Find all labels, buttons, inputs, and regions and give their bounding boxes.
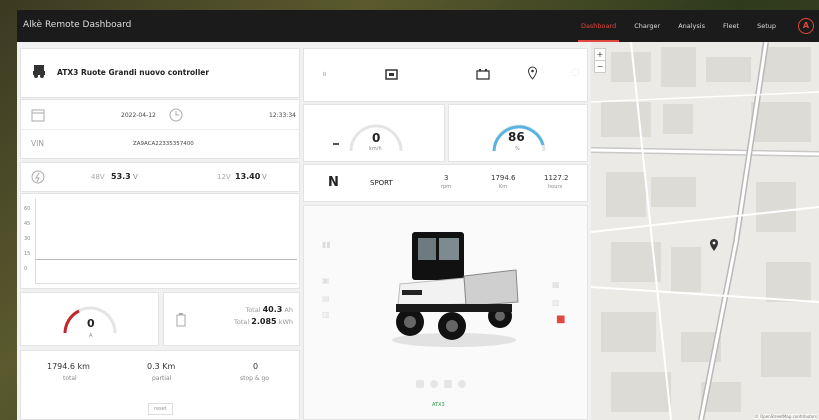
map-tiles bbox=[591, 42, 819, 420]
zoom-in-button[interactable]: + bbox=[595, 49, 605, 61]
drive-mode: SPORT bbox=[370, 179, 393, 187]
status-icon bbox=[430, 380, 438, 388]
trend-chart-panel: 60 45 30 15 0 bbox=[20, 193, 300, 289]
door-open-icon: ■ bbox=[556, 314, 566, 325]
drive-status-panel: N SPORT 3 rpm 1794.6 Km 1127.2 hours bbox=[303, 164, 588, 202]
status-icon bbox=[416, 380, 424, 388]
kwh-value: 2.085 bbox=[251, 317, 277, 326]
calendar-icon bbox=[31, 109, 45, 122]
ah-unit: Ah bbox=[284, 306, 293, 314]
zoom-out-button[interactable]: − bbox=[595, 61, 605, 72]
current-gauge-panel: 0 A bbox=[20, 292, 159, 346]
stop-go-label: stop & go bbox=[240, 375, 269, 382]
stop-go-value: 0 bbox=[253, 362, 259, 371]
chart-tick: 60 bbox=[24, 206, 31, 212]
hv-label: 48V bbox=[91, 173, 105, 181]
hv-unit: V bbox=[133, 173, 138, 181]
pause-icon: ⏸ bbox=[322, 69, 327, 80]
speed-value: 0 bbox=[372, 131, 381, 145]
ah-label: Total bbox=[245, 306, 261, 314]
brake-icon: ▤ bbox=[322, 294, 330, 303]
nav-charger[interactable]: Charger bbox=[625, 10, 669, 42]
current-unit: A bbox=[89, 333, 93, 339]
soc-value: 86 bbox=[508, 130, 525, 144]
kwh-label: Total bbox=[234, 318, 250, 326]
rpm-value: 3 bbox=[444, 174, 449, 182]
reset-button[interactable]: reset bbox=[148, 403, 173, 415]
time-value: 12:33:34 bbox=[269, 112, 296, 119]
status-icon bbox=[444, 380, 452, 388]
trip-total-label: total bbox=[63, 375, 77, 382]
top-bar: Alkè Remote Dashboard Dashboard Charger … bbox=[17, 10, 819, 42]
date-value: 2022-04-12 bbox=[121, 112, 156, 119]
speed-needle bbox=[333, 143, 339, 145]
kwh-unit: kWh bbox=[278, 318, 293, 326]
model-badge: ATX3 bbox=[432, 402, 445, 408]
vehicle-info-panel: 2022-04-12 12:33:34 VIN ZA9ACA2233535740… bbox=[20, 99, 300, 159]
vehicle-name: ATX3 Ruote Grandi nuovo controller bbox=[57, 68, 210, 77]
status-icon-row bbox=[416, 380, 478, 390]
temp-icon: ▦ bbox=[552, 280, 560, 289]
odometer-value: 1794.6 bbox=[491, 174, 516, 182]
status-icon bbox=[458, 380, 466, 388]
map-zoom-control: + − bbox=[594, 48, 606, 73]
rpm-label: rpm bbox=[441, 184, 452, 190]
trip-panel: 1794.6 km total 0.3 Km partial 0 stop & … bbox=[20, 350, 300, 420]
fan-icon: ▥ bbox=[322, 310, 330, 319]
ah-value: 40.3 bbox=[262, 305, 283, 314]
gear-icon: ▧ bbox=[552, 298, 560, 307]
warning-icon: ▮▮ bbox=[322, 240, 331, 249]
hours-label: hours bbox=[548, 184, 563, 190]
hours-value: 1127.2 bbox=[544, 174, 569, 182]
chart-tick: 30 bbox=[24, 236, 31, 242]
light-icon: ▣ bbox=[322, 276, 330, 285]
soc-panel: 86 % bbox=[448, 104, 588, 162]
vehicle-location-pin-icon[interactable] bbox=[709, 238, 719, 252]
current-value: 0 bbox=[87, 317, 95, 330]
dashboard: Alkè Remote Dashboard Dashboard Charger … bbox=[17, 10, 819, 420]
location-pin-icon bbox=[527, 66, 538, 80]
trip-partial-value: 0.3 Km bbox=[147, 362, 176, 371]
energy-panel: Total 40.3 Ah Total 2.085 kWh bbox=[163, 292, 300, 346]
chart-zero-line bbox=[35, 259, 297, 260]
trip-partial-label: partial bbox=[152, 375, 172, 382]
app-title: Alkè Remote Dashboard bbox=[23, 20, 132, 30]
lv-unit: V bbox=[262, 173, 267, 181]
chart-tick: 15 bbox=[24, 251, 31, 257]
soc-unit: % bbox=[515, 146, 520, 152]
odometer-label: Km bbox=[499, 184, 508, 190]
vehicle-image bbox=[392, 232, 519, 347]
engine-icon bbox=[385, 69, 398, 80]
hv-value: 53.3 bbox=[111, 172, 131, 181]
bolt-icon bbox=[31, 170, 45, 184]
clock-icon bbox=[169, 108, 183, 122]
vin-value: ZA9ACA22335357400 bbox=[133, 141, 194, 147]
lv-label: 12V bbox=[217, 173, 231, 181]
gear-value: N bbox=[328, 175, 339, 190]
vehicle-icon bbox=[33, 65, 45, 78]
map-attribution[interactable]: © OpenStreetMap contributors bbox=[754, 414, 817, 419]
nav-analysis[interactable]: Analysis bbox=[669, 10, 714, 42]
vin-label: VIN bbox=[31, 139, 44, 148]
brand-logo-icon: A bbox=[798, 18, 814, 34]
settings-icon: ◌ bbox=[571, 67, 580, 78]
lv-value: 13.40 bbox=[235, 172, 261, 181]
battery-voltage-panel: 48V 53.3 V 12V 13.40 V bbox=[20, 162, 300, 192]
battery-icon bbox=[176, 313, 186, 327]
chart-area bbox=[35, 198, 297, 284]
chart-tick: 0 bbox=[24, 266, 28, 272]
vehicle-view-panel: ▮▮ ▣ ▤ ▥ ▦ ▧ ■ ATX3 bbox=[303, 205, 588, 420]
chart-tick: 45 bbox=[24, 221, 31, 227]
main-nav: Dashboard Charger Analysis Fleet Setup bbox=[572, 10, 785, 42]
speed-unit: km/h bbox=[369, 146, 382, 152]
map[interactable]: + − © OpenStreetMap contributors bbox=[591, 42, 819, 420]
nav-fleet[interactable]: Fleet bbox=[714, 10, 748, 42]
battery-warning-icon bbox=[476, 69, 490, 80]
vehicle-name-panel: ATX3 Ruote Grandi nuovo controller bbox=[20, 48, 300, 98]
nav-dashboard[interactable]: Dashboard bbox=[572, 10, 625, 42]
nav-setup[interactable]: Setup bbox=[748, 10, 785, 42]
speed-panel: 0 km/h bbox=[303, 104, 445, 162]
indicator-panel: ⏸ ◌ bbox=[303, 48, 588, 102]
trip-total-value: 1794.6 km bbox=[47, 362, 90, 371]
